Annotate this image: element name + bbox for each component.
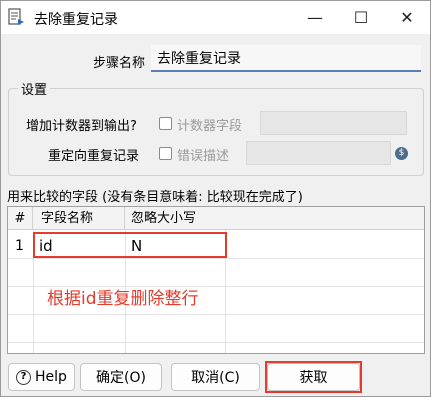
cancel-button[interactable]: 取消(C)	[171, 363, 260, 391]
minimize-button[interactable]: —	[292, 1, 338, 34]
get-button-highlight-box	[265, 361, 362, 393]
step-name-input[interactable]	[151, 45, 421, 72]
redirect-label: 重定向重复记录	[48, 149, 140, 164]
help-button-label: Help	[35, 369, 67, 385]
column-header-field-name[interactable]: 字段名称	[33, 207, 125, 230]
error-desc-input[interactable]	[246, 141, 391, 165]
row-number: 1	[15, 238, 24, 254]
fields-label: 用来比较的字段 (没有条目意味着: 比较现在完成了)	[7, 190, 303, 205]
column-header-ignore-case[interactable]: 忽略大小写	[125, 207, 424, 230]
counter-field-input[interactable]	[260, 111, 407, 135]
maximize-button[interactable]: ☐	[338, 1, 384, 34]
row-divider	[8, 342, 424, 343]
variable-icon[interactable]: $	[395, 147, 408, 160]
counter-checkbox[interactable]	[159, 117, 172, 130]
annotation-text: 根据id重复删除整行	[47, 289, 199, 309]
counter-field-label: 计数器字段	[177, 119, 243, 134]
window-title: 去除重复记录	[34, 12, 118, 28]
redirect-checkbox[interactable]	[159, 147, 172, 160]
row-divider	[8, 258, 424, 259]
step-name-label: 步骤名称	[93, 56, 146, 71]
app-icon	[8, 8, 24, 25]
help-button[interactable]: ? Help	[8, 363, 75, 391]
column-header-num[interactable]: #	[8, 207, 33, 230]
help-icon: ?	[16, 369, 32, 385]
close-button[interactable]: ✕	[384, 1, 430, 34]
fields-table: # 字段名称 忽略大小写 1 id N 根据id重复删除整行	[7, 206, 425, 354]
row-highlight-box	[33, 232, 227, 258]
settings-group-title: 设置	[18, 79, 51, 98]
error-desc-label: 错误描述	[177, 149, 230, 164]
row-divider	[8, 314, 424, 315]
ok-button[interactable]: 确定(O)	[80, 363, 162, 391]
counter-label: 增加计数器到输出?	[26, 119, 137, 134]
